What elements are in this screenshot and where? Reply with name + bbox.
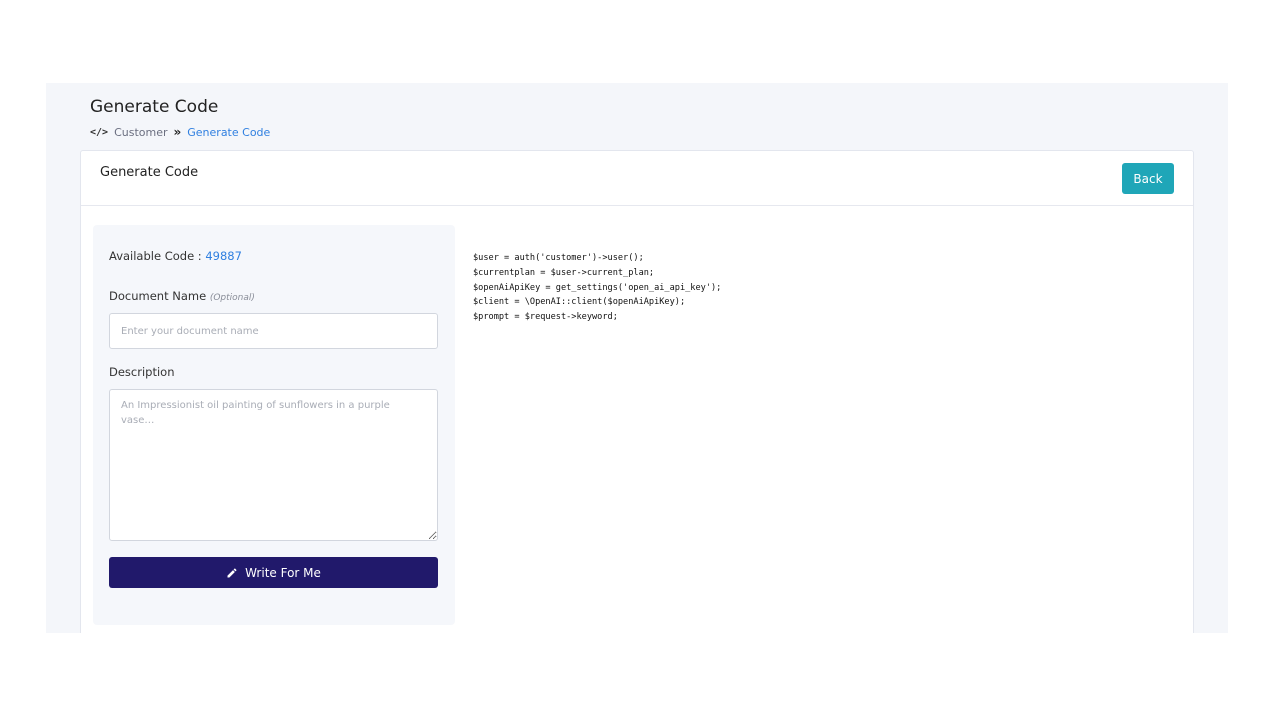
card-title: Generate Code (100, 165, 199, 180)
code-line: $user = auth('customer')->user(); (473, 253, 644, 263)
code-line: $currentplan = $user->current_plan; (473, 267, 655, 278)
back-button[interactable]: Back (1122, 163, 1174, 194)
pencil-icon (227, 567, 237, 577)
description-label: Description (109, 365, 175, 379)
breadcrumb-customer[interactable]: Customer (114, 126, 167, 139)
document-name-label-text: Document Name (109, 289, 207, 303)
available-code-count: 49887 (205, 249, 242, 263)
description-textarea[interactable] (109, 389, 438, 541)
breadcrumb: </> Customer » Generate Code (90, 125, 270, 139)
available-code: Available Code : 49887 (109, 249, 242, 263)
code-line: $openAiApiKey = get_settings('open_ai_ap… (473, 282, 722, 293)
code-icon: </> (90, 126, 109, 138)
page-title: Generate Code (90, 97, 219, 117)
code-line: $prompt = $request->keyword; (473, 312, 618, 323)
document-name-label: Document Name (Optional) (109, 289, 255, 303)
optional-hint: (Optional) (209, 293, 255, 303)
code-line: $client = \OpenAI::client($openAiApiKey)… (473, 297, 686, 308)
document-name-input[interactable] (109, 313, 438, 349)
form-panel: Available Code : 49887 Document Name (Op… (93, 225, 455, 625)
write-for-me-label: Write For Me (245, 565, 321, 580)
write-for-me-button[interactable]: Write For Me (109, 557, 438, 588)
available-code-label: Available Code : (109, 249, 202, 263)
breadcrumb-current: Generate Code (187, 125, 271, 139)
breadcrumb-separator-icon: » (173, 125, 182, 139)
card-header: Generate Code Back (81, 151, 1193, 206)
app-container: Generate Code </> Customer » Generate Co… (46, 83, 1228, 633)
code-output: $user = auth('customer')->user(); $curre… (473, 251, 721, 325)
generate-code-card: Generate Code Back Available Code : 4988… (80, 150, 1194, 633)
